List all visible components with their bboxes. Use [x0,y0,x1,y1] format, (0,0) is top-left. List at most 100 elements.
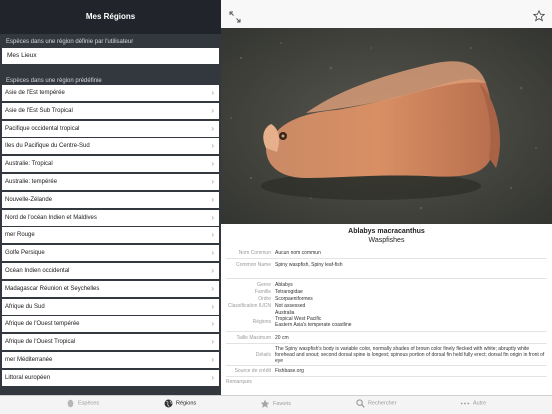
region-row[interactable]: Australie: tempérée › [2,173,219,190]
chevron-right-icon: › [211,337,214,347]
region-label: Afrique de l'Ouest tempérée [5,321,80,328]
field-label: Remarques [226,379,252,385]
region-label: mer Méditerranée [5,356,53,363]
star-icon [260,399,270,408]
region-row[interactable]: Iles du Pacifique du Centre-Sud › [2,138,219,155]
field-value: 20 cm [275,335,289,341]
tab-favorites[interactable]: Favoris [260,399,291,409]
region-row[interactable]: Afrique du Sud › [2,298,219,315]
region-label: Afrique de l'Ouest Tropical [5,339,76,346]
region-label: Golfe Persique [5,250,45,257]
divider [226,343,547,344]
chevron-right-icon: › [211,88,214,97]
regions-panel: Mes Régions Espèces dans une région défi… [0,0,221,395]
favorite-star-icon[interactable] [533,10,545,22]
region-row[interactable]: Pacifique occidental tropical › [2,120,219,137]
species-scientific-name: Ablabys macracanthus [348,228,425,235]
my-places-row[interactable]: Mes Lieux [2,48,219,64]
region-row[interactable]: Nord de l'océan Indien et Maldives › [2,209,219,226]
region-row[interactable]: Australie: Tropical › [2,156,219,173]
region-label: Nord de l'océan Indien et Maldives [5,214,97,221]
region-row[interactable]: Madagascar Réunion et Seychelles › [2,280,219,297]
field-label: Nom Commun [238,250,271,256]
field-label: Classification IUCN [227,303,271,309]
more-icon [460,402,470,405]
region-label: Nouvelle-Zélande [5,196,53,203]
chevron-right-icon: › [211,194,214,204]
expand-icon[interactable] [229,11,241,23]
region-row[interactable]: Nouvelle-Zélande › [2,191,219,208]
region-row[interactable]: Littoral européen › [2,369,219,386]
field-value: Spiny waspfish, Spiny leaf-fish [275,262,343,268]
region-row[interactable]: Afrique de l'Ouest tempérée › [2,316,219,333]
chevron-right-icon: › [211,159,214,169]
my-places-label: Mes Lieux [7,52,37,59]
globe-icon [164,399,173,408]
tab-species[interactable]: Espèces [66,399,99,408]
field-label: Genre [257,282,271,288]
field-label: Détails [255,352,271,358]
region-row[interactable]: Asie de l'Est tempérée › [2,85,219,101]
region-row[interactable]: mer Rouge › [2,227,219,244]
chevron-right-icon: › [211,301,214,311]
search-icon [356,399,365,408]
region-row[interactable]: Océan Indien occidental › [2,262,219,279]
region-label: Iles du Pacifique du Centre-Sud [5,143,90,150]
divider [226,376,547,377]
region-label: Australie: Tropical [5,161,53,168]
tab-label: Espèces [78,400,100,407]
field-value: Aucun nom commun [275,250,321,256]
tab-label: Favoris [273,401,292,407]
divider [226,365,547,366]
user-region-section-header: Espèces dans une région définie par l'ut… [6,39,134,45]
tab-more[interactable]: Autre [460,399,486,408]
region-label: Asie de l'Est tempérée [5,90,65,96]
chevron-right-icon: › [211,354,214,364]
chevron-right-icon: › [211,248,214,258]
region-label: mer Rouge [5,232,35,239]
field-label: Taille Maximum [236,335,271,341]
field-label: Common Name [235,262,271,268]
field-label: Famille [254,289,271,295]
region-list: Asie de l'Est tempérée › Asie de l'Est Su… [0,85,221,386]
chevron-right-icon: › [211,283,214,293]
chevron-right-icon: › [211,176,214,186]
predefined-region-section-header: Espèces dans une région prédéfinie [6,78,102,84]
chevron-right-icon: › [211,319,214,329]
region-label: Madagascar Réunion et Seychelles [5,285,100,292]
region-row[interactable]: Golfe Persique › [2,245,219,262]
divider [226,278,547,279]
chevron-right-icon: › [211,123,214,133]
region-row[interactable]: Afrique de l'Ouest Tropical › [2,334,219,351]
tab-label: Autre [473,400,487,407]
field-label: Ordre [258,296,271,302]
tab-label: Rechercher [368,400,397,407]
region-row[interactable]: mer Méditerranée › [2,351,219,368]
field-label: Source de crédit [234,368,271,374]
region-label: Afrique du Sud [5,303,45,310]
species-photo [221,28,552,224]
detail-nav-bar [221,0,552,30]
species-family-common: Waspfishes [368,237,405,244]
species-detail-panel: Ablabys macracanthus Waspfishes Nom Comm… [221,0,552,395]
tab-search[interactable]: Rechercher [356,399,396,408]
region-label: Asie de l'Est Sub Tropical [5,107,73,114]
region-label: Océan Indien occidental [5,267,70,274]
chevron-right-icon: › [211,372,214,382]
field-value: Scorpaeniformes [275,296,313,302]
chevron-right-icon: › [211,230,214,240]
field-label: Régions [252,319,271,325]
tab-bar: Espèces Régions Favoris Rechercher Autre [0,395,552,414]
region-line: Eastern Asia's temperate coastline [275,322,352,328]
field-value: Not assessed [275,303,306,309]
region-row[interactable]: Asie de l'Est Sub Tropical › [2,102,219,119]
chevron-right-icon: › [211,265,214,275]
nav-title: Mes Régions [0,0,221,34]
chevron-right-icon: › [211,105,214,115]
chevron-right-icon: › [211,212,214,222]
chevron-right-icon: › [211,141,214,151]
tab-regions[interactable]: Régions [164,399,196,408]
field-value: Tetrarogidae [275,289,303,295]
field-value: Australia Tropical West Pacific Eastern … [275,310,547,328]
divider [226,258,547,259]
